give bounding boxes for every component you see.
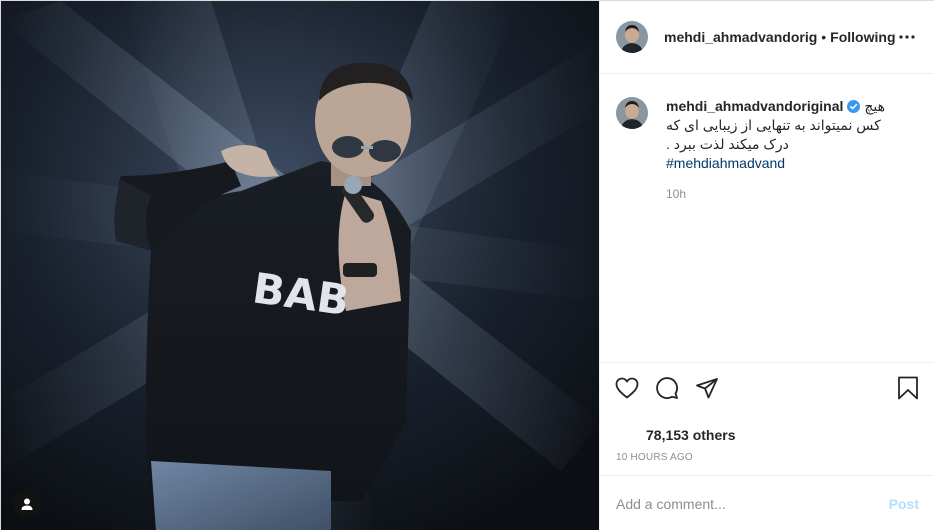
- header-username[interactable]: mehdi_ahmadvandorig: [664, 29, 817, 45]
- caption-timestamp[interactable]: 10h: [666, 187, 916, 201]
- caption-avatar[interactable]: [616, 97, 648, 129]
- header-separator: •: [821, 29, 827, 45]
- verified-badge-icon: [847, 100, 861, 113]
- likes-count[interactable]: 78,153 others: [646, 427, 736, 443]
- comment-section: Post: [600, 475, 934, 530]
- post-actions-bar: [600, 362, 934, 412]
- caption-username[interactable]: mehdi_ahmadvandoriginal: [666, 97, 843, 116]
- avatar[interactable]: [616, 21, 648, 53]
- post-photo[interactable]: BAB: [1, 1, 599, 530]
- post-caption: mehdi_ahmadvandoriginal هیچ کس نمیتواند …: [616, 97, 916, 201]
- user-tag-icon[interactable]: [13, 490, 41, 518]
- caption-first-word: هیچ: [864, 98, 886, 114]
- caption-hashtag[interactable]: #mehdiahmadvand: [666, 154, 916, 173]
- caption-first-line: mehdi_ahmadvandoriginal هیچ: [666, 97, 916, 116]
- more-horizontal-icon[interactable]: [895, 27, 919, 47]
- concert-photo: BAB: [1, 1, 599, 530]
- caption-text-line: درک میکند لذت ببرد .: [666, 136, 789, 152]
- post-side-panel: mehdi_ahmadvandorig • Following mehdi_ah…: [599, 1, 934, 530]
- post-header: mehdi_ahmadvandorig • Following: [600, 1, 934, 74]
- instagram-post-modal: BAB mehdi_ahmadvandorig • Following mehd…: [0, 0, 934, 530]
- following-button[interactable]: Following: [830, 29, 895, 45]
- share-icon[interactable]: [694, 375, 720, 401]
- post-comment-button[interactable]: Post: [889, 496, 919, 512]
- comment-icon[interactable]: [654, 375, 680, 401]
- post-timestamp[interactable]: 10 HOURS AGO: [616, 452, 693, 463]
- heart-icon[interactable]: [614, 375, 640, 401]
- bookmark-icon[interactable]: [895, 375, 921, 401]
- caption-text-line: کس نمیتواند به تنهایی از زیبایی ای که: [666, 117, 881, 133]
- comment-input[interactable]: [616, 495, 889, 512]
- caption-body: mehdi_ahmadvandoriginal هیچ کس نمیتواند …: [666, 97, 916, 201]
